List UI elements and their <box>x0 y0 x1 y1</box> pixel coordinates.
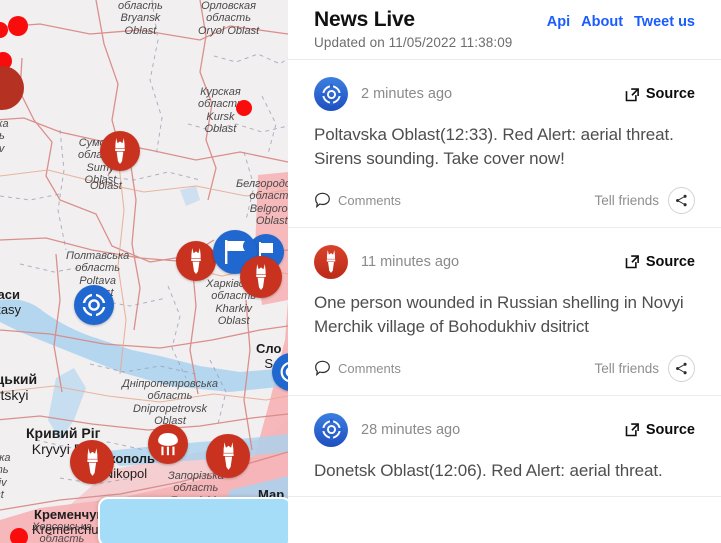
news-feed[interactable]: 2 minutes ago Source Poltavska Oblast(12… <box>288 60 721 543</box>
news-item-actions: Comments Tell friends <box>314 186 695 214</box>
comments-button[interactable]: Comments <box>314 192 401 209</box>
source-label: Source <box>645 421 695 438</box>
news-item-time: 11 minutes ago <box>361 253 460 270</box>
comments-button[interactable]: Comments <box>314 360 401 377</box>
alert-dot[interactable] <box>236 100 252 116</box>
external-link-icon <box>625 87 639 101</box>
siren-avatar <box>314 77 348 111</box>
siren-icon <box>280 361 288 383</box>
tell-friends-label: Tell friends <box>594 192 659 208</box>
source-link[interactable]: Source <box>625 86 695 102</box>
siren-icon <box>82 293 106 317</box>
news-item[interactable]: 28 minutes ago Source Donetsk Oblast(12:… <box>288 396 721 498</box>
external-link-icon <box>625 423 639 437</box>
bomb-icon <box>222 442 234 470</box>
source-link[interactable]: Source <box>625 422 695 438</box>
siren-icon <box>320 83 342 105</box>
external-link-icon <box>625 255 639 269</box>
news-item-text: One person wounded in Russian shelling i… <box>314 292 684 337</box>
bomb-marker[interactable] <box>240 256 282 298</box>
nav-link-tweet-us[interactable]: Tweet us <box>634 14 695 30</box>
news-item-actions: Comments Tell friends <box>314 354 695 382</box>
map-view[interactable]: область Bryansk Oblast Орловская область Ory… <box>0 0 288 543</box>
source-link[interactable]: Source <box>625 254 695 270</box>
news-item-time: 2 minutes ago <box>361 86 453 102</box>
explosion-marker[interactable] <box>148 424 188 464</box>
news-item[interactable]: 11 minutes ago Source One person wounded… <box>288 228 721 396</box>
news-item-time: 28 minutes ago <box>361 421 461 438</box>
bomb-icon <box>256 264 266 290</box>
news-item-text: Poltavska Oblast(12:33). Red Alert: aeri… <box>314 125 674 169</box>
page-title: News Live <box>314 8 415 31</box>
app-root: область Bryansk Oblast Орловская область Ory… <box>0 0 721 543</box>
bomb-icon <box>326 250 336 274</box>
alert-dot[interactable] <box>8 16 28 36</box>
share-icon <box>676 194 687 207</box>
updated-timestamp: Updated on 11/05/2022 11:38:09 <box>314 35 513 50</box>
bomb-marker[interactable] <box>176 241 216 281</box>
news-item-header: 11 minutes ago Source <box>314 244 695 279</box>
source-label: Source <box>645 253 695 270</box>
source-label: Source <box>645 86 695 102</box>
siren-icon <box>320 419 342 441</box>
flag-icon <box>225 240 245 264</box>
bomb-icon <box>191 248 201 274</box>
comment-icon <box>315 360 330 376</box>
siren-marker[interactable] <box>74 285 114 325</box>
explosion-icon <box>158 433 178 456</box>
bomb-marker[interactable] <box>70 440 114 484</box>
share-button[interactable] <box>668 186 695 214</box>
comments-label: Comments <box>338 360 401 376</box>
header-nav: Api About Tweet us <box>547 14 695 30</box>
header-row: News Live Api About Tweet us <box>314 8 695 32</box>
tell-friends-group[interactable]: Tell friends <box>594 186 695 214</box>
comment-icon <box>315 192 330 209</box>
bomb-avatar <box>314 244 348 279</box>
nav-link-about[interactable]: About <box>581 14 623 30</box>
news-item-text: Donetsk Oblast(12:06). Red Alert: aerial… <box>314 460 663 480</box>
news-item[interactable]: 2 minutes ago Source Poltavska Oblast(12… <box>288 60 721 228</box>
bomb-marker[interactable] <box>100 131 140 171</box>
siren-avatar <box>314 412 348 447</box>
news-panel: News Live Api About Tweet us Updated on … <box>288 0 721 543</box>
share-icon <box>676 362 687 375</box>
news-item-header: 28 minutes ago Source <box>314 412 695 447</box>
comments-label: Comments <box>338 192 401 208</box>
alert-dot[interactable] <box>10 528 28 543</box>
news-item-header: 2 minutes ago Source <box>314 77 695 111</box>
nav-link-api[interactable]: Api <box>547 14 570 30</box>
panel-header: News Live Api About Tweet us Updated on … <box>288 0 721 60</box>
bomb-icon <box>86 448 98 476</box>
map-popup[interactable] <box>98 497 288 543</box>
bomb-icon <box>115 138 125 164</box>
tell-friends-group[interactable]: Tell friends <box>594 354 695 382</box>
tell-friends-label: Tell friends <box>594 360 659 376</box>
share-button[interactable] <box>668 354 695 382</box>
bomb-marker[interactable] <box>206 434 250 478</box>
